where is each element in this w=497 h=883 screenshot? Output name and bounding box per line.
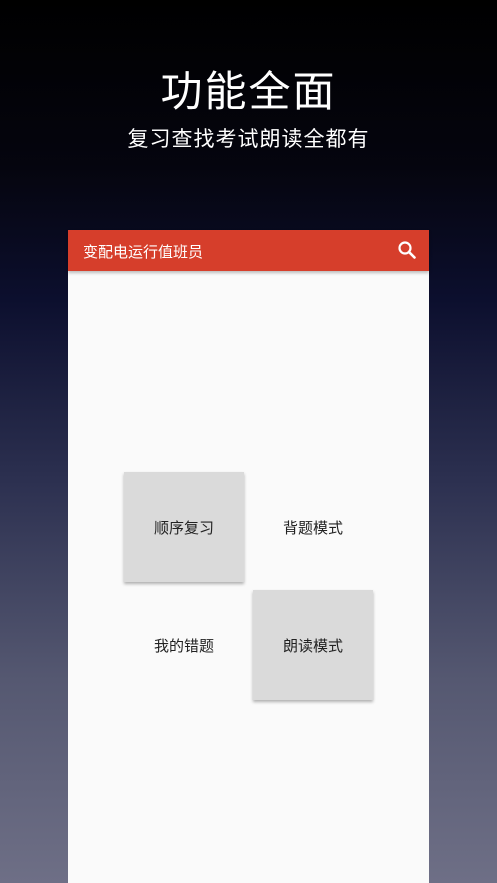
sequential-review-label: 顺序复习: [153, 518, 214, 537]
memorize-mode-button[interactable]: 背题模式: [253, 472, 373, 582]
search-icon: [398, 241, 416, 259]
promo-subtitle: 复习查找考试朗读全都有: [127, 127, 370, 151]
app-title: 变配电运行值班员: [83, 243, 204, 261]
read-aloud-mode-label: 朗读模式: [282, 636, 343, 655]
read-aloud-mode-button[interactable]: 朗读模式: [253, 590, 373, 700]
app-bar: 变配电运行值班员: [68, 230, 429, 271]
memorize-mode-label: 背题模式: [282, 518, 343, 537]
sequential-review-button[interactable]: 顺序复习: [124, 472, 244, 582]
my-mistakes-button[interactable]: 我的错题: [124, 590, 244, 700]
promo-title: 功能全面: [160, 67, 337, 116]
my-mistakes-label: 我的错题: [153, 636, 214, 655]
search-button[interactable]: [395, 238, 419, 262]
phone-screen: 变配电运行值班员 顺序复习 背题模式 我的错题 朗读模式: [68, 230, 429, 883]
